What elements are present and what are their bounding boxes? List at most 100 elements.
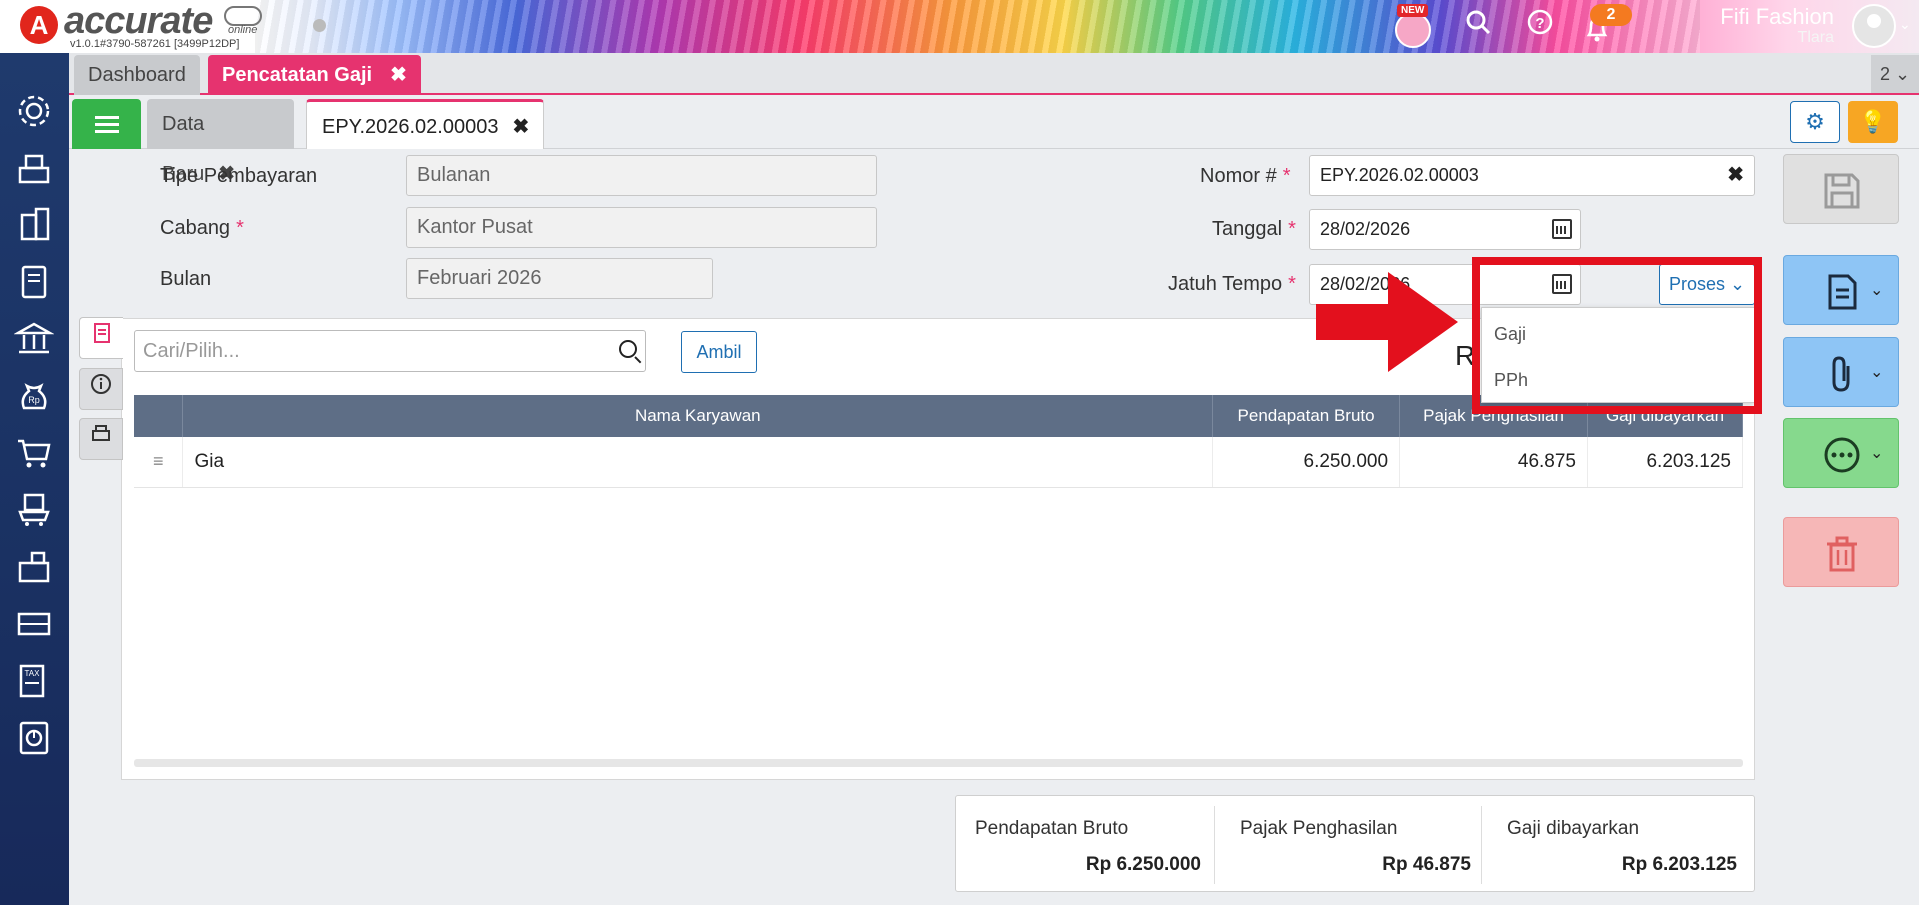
new-badge: NEW [1397,4,1429,17]
total-pajak-value: Rp 46.875 [1382,854,1471,875]
cashier-icon[interactable] [14,148,54,188]
detail-tab-info[interactable] [79,368,123,410]
printer-icon [92,425,110,441]
tax-icon[interactable]: TAX [14,661,54,701]
attachment-button[interactable]: ⌄ [1783,337,1899,407]
nomor-value: EPY.2026.02.00003 [1320,165,1479,185]
notification-count-badge: 2 [1590,4,1632,26]
totals-panel: Pendapatan Bruto Rp 6.250.000 Pajak Peng… [955,795,1755,892]
money-bag-icon[interactable]: Rp [14,376,54,416]
document-icon [1828,274,1857,310]
drag-column-header [134,395,184,437]
cell-pajak: 46.875 [1399,437,1588,488]
calendar-icon[interactable] [1552,219,1572,239]
brand-sub: online [228,24,258,36]
annotation-arrow-icon [1316,272,1458,372]
bulan-field[interactable]: Februari 2026 [406,258,713,299]
cart-icon[interactable] [14,433,54,473]
document-tabs: Data Baru ✖ EPY.2026.02.00003 ✖ ⚙ 💡 [69,95,1919,185]
paperclip-icon [1832,356,1850,392]
chevron-down-icon: ⌄ [1870,445,1884,462]
floppy-disk-icon [1824,173,1860,209]
nomor-field[interactable]: EPY.2026.02.00003 ✖ [1309,155,1755,196]
nomor-label: Nomor # * [1200,165,1291,187]
search-input[interactable]: Cari/Pilih... [134,330,646,372]
search-icon[interactable] [619,340,637,358]
tanggal-label: Tanggal * [1212,218,1296,240]
annotation-highlight-box [1472,257,1762,414]
svg-text:TAX: TAX [25,669,41,678]
inventory-icon[interactable] [14,604,54,644]
report-chart-icon[interactable] [14,718,54,758]
tanggal-value: 28/02/2026 [1320,219,1411,239]
ambil-button[interactable]: Ambil [681,331,757,373]
jatuh-tempo-label: Jatuh Tempo * [1168,273,1296,295]
document-icon [93,323,110,343]
detail-tab-document[interactable] [79,317,123,359]
tab-data-baru[interactable]: Data Baru ✖ [147,99,294,185]
save-button[interactable] [1783,154,1899,224]
tab-epy-document[interactable]: EPY.2026.02.00003 ✖ [306,99,544,149]
detail-tab-printer[interactable] [79,418,123,460]
total-pajak-label: Pajak Penghasilan [1240,818,1398,839]
cell-gaji: 6.203.125 [1587,437,1743,488]
column-nama-karyawan[interactable]: Nama Karyawan [182,395,1214,437]
building-icon[interactable] [14,205,54,245]
purchase-cart-icon[interactable] [14,490,54,530]
clear-icon[interactable]: ✖ [1727,156,1744,195]
total-bruto-value: Rp 6.250.000 [1085,854,1201,875]
gear-icon[interactable]: ⚙ [1790,101,1840,143]
total-gaji-value: Rp 6.203.125 [1621,854,1737,875]
tab-epy-label: EPY.2026.02.00003 [322,116,499,138]
settings-icon[interactable] [14,91,54,131]
chevron-down-icon[interactable]: ⌄ [1899,16,1911,33]
total-pajak: Pajak Penghasilan Rp 46.875 [1215,804,1481,884]
whats-new-button[interactable]: NEW [1393,4,1433,48]
tab-pencatatan-gaji-label: Pencatatan Gaji [222,64,373,86]
horizontal-scrollbar[interactable] [134,759,1743,767]
search-icon[interactable] [1460,8,1496,44]
svg-text:Rp: Rp [28,395,40,405]
close-icon[interactable]: ✖ [512,116,529,138]
accurate-logo-icon: A [20,6,58,44]
warehouse-icon[interactable] [14,547,54,587]
list-view-button[interactable] [72,99,141,149]
chevron-down-icon: ⌄ [1870,364,1884,381]
tab-dashboard-label: Dashboard [88,64,186,86]
sidebar: Rp TAX [0,53,69,905]
tab-pencatatan-gaji[interactable]: Pencatatan Gaji ✖ [208,55,421,95]
total-bruto-label: Pendapatan Bruto [975,818,1129,839]
cabang-field[interactable]: Kantor Pusat [406,207,877,248]
drag-handle-icon[interactable]: ≡ [134,437,184,488]
close-icon[interactable]: ✖ [390,64,407,86]
tab-count-dropdown[interactable]: 2 ⌄ [1871,55,1919,93]
svg-text:?: ? [1535,15,1544,32]
tipe-pembayaran-field[interactable]: Bulanan [406,155,877,196]
column-pendapatan-bruto[interactable]: Pendapatan Bruto [1212,395,1401,437]
help-icon[interactable]: ? [1522,8,1558,44]
delete-button[interactable] [1783,517,1899,587]
table-row[interactable]: ≡ Gia 6.250.000 46.875 6.203.125 [134,437,1743,488]
brand-name: accurate [64,0,213,42]
tab-dashboard[interactable]: Dashboard [74,55,200,95]
user-name[interactable]: Tlara [1798,29,1834,47]
more-options-button[interactable]: ⌄ [1783,418,1899,488]
cabang-label: Cabang * [160,217,244,239]
document-menu-button[interactable]: ⌄ [1783,255,1899,325]
search-placeholder: Cari/Pilih... [143,340,240,362]
bulan-label: Bulan [160,268,212,290]
ledger-book-icon[interactable] [14,262,54,302]
lightbulb-icon[interactable]: 💡 [1848,101,1898,143]
cell-bruto: 6.250.000 [1212,437,1401,488]
mascot-icon [1395,12,1431,48]
version-text: v1.0.1#3790-587261 [3499P12DP] [70,38,240,50]
info-icon [91,374,111,394]
total-gaji: Gaji dibayarkan Rp 6.203.125 [1482,804,1756,884]
avatar[interactable] [1852,4,1896,48]
tanggal-field[interactable]: 28/02/2026 [1309,209,1581,250]
trash-icon [1827,536,1857,572]
bank-icon[interactable] [13,319,55,359]
company-name[interactable]: Fifi Fashion [1720,4,1834,30]
chevron-down-icon: ⌄ [1870,282,1884,299]
ellipsis-icon [1824,437,1860,473]
